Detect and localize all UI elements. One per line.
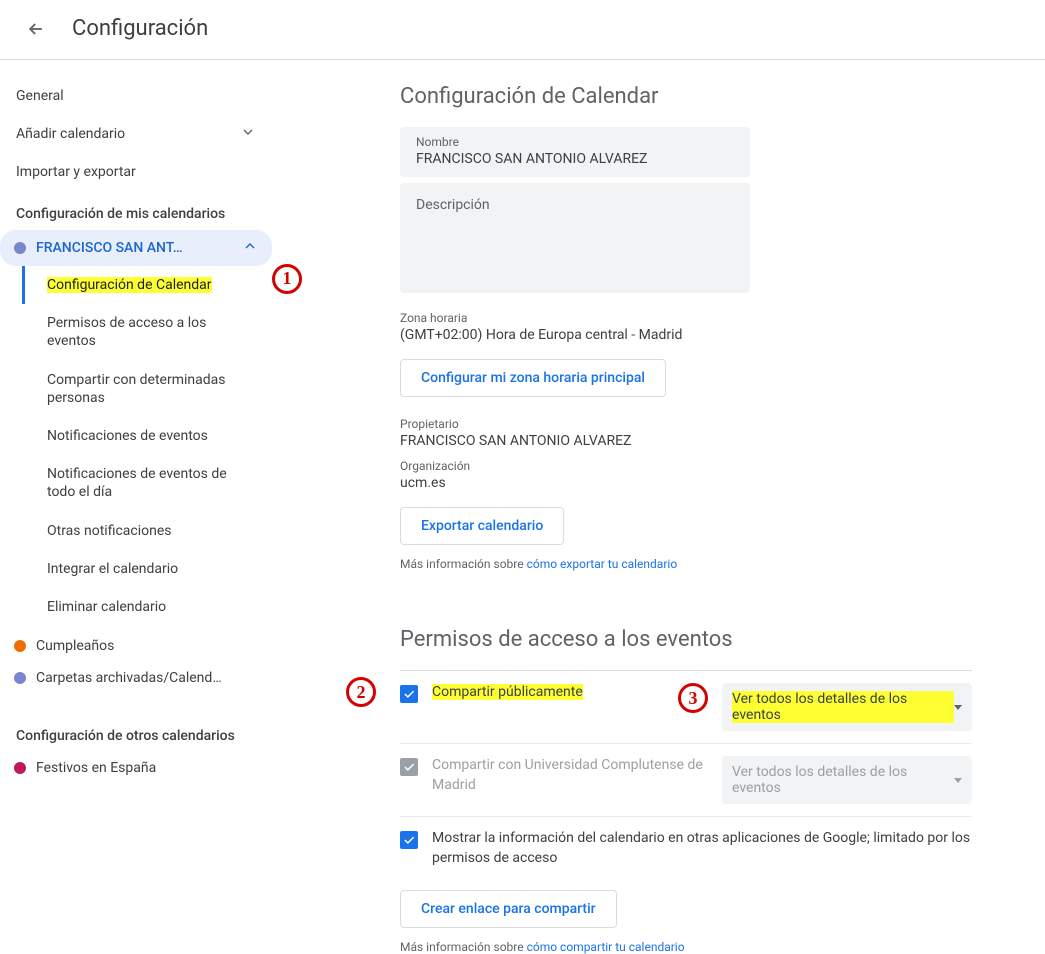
- chevron-down-icon: [954, 778, 962, 783]
- perm-row-org: Compartir con Universidad Complutense de…: [400, 743, 972, 816]
- sidebar-sub-integrar[interactable]: Integrar el calendario: [22, 550, 272, 588]
- org-value: ucm.es: [400, 475, 972, 491]
- sidebar-item-label: General: [16, 88, 64, 104]
- perm-public-label: Compartir públicamente: [432, 683, 708, 703]
- chevron-down-icon: [954, 705, 962, 710]
- perm-org-label: Compartir con Universidad Complutense de…: [432, 756, 708, 795]
- name-field[interactable]: Nombre FRANCISCO SAN ANTONIO ALVAREZ: [400, 127, 750, 177]
- sidebar-calendar-label: Carpetas archivadas/Calend…: [36, 670, 222, 686]
- calendar-color-dot-icon: [14, 672, 26, 684]
- checkbox-apps[interactable]: [400, 831, 418, 849]
- name-field-label: Nombre: [416, 135, 734, 149]
- sidebar-item-general[interactable]: General: [0, 78, 272, 114]
- sidebar-sub-label: Integrar el calendario: [47, 561, 178, 577]
- description-field[interactable]: Descripción: [400, 183, 750, 293]
- perm-apps-label: Mostrar la información del calendario en…: [432, 829, 972, 868]
- sidebar-sub-permisos[interactable]: Permisos de acceso a los eventos: [22, 304, 272, 360]
- sidebar-sub-label: Notificaciones de eventos: [47, 428, 208, 444]
- export-info-text: Más información sobre cómo exportar tu c…: [400, 557, 972, 571]
- sidebar: General Añadir calendario Importar y exp…: [0, 60, 280, 954]
- calendar-color-dot-icon: [14, 640, 26, 652]
- owner-value: FRANCISCO SAN ANTONIO ALVAREZ: [400, 433, 972, 449]
- sidebar-sub-label: Notificaciones de eventos de todo el día: [47, 466, 227, 500]
- sidebar-calendar-festivos[interactable]: Festivos en España: [0, 752, 272, 784]
- sidebar-calendar-label: Cumpleaños: [36, 638, 114, 654]
- sidebar-sub-otras-notif[interactable]: Otras notificaciones: [22, 512, 272, 550]
- sidebar-heading-other-calendars: Configuración de otros calendarios: [0, 712, 272, 752]
- dropdown-label: Ver todos los detalles de los eventos: [732, 764, 954, 796]
- share-info-link[interactable]: cómo compartir tu calendario: [527, 940, 685, 954]
- checkbox-public[interactable]: [400, 685, 418, 703]
- export-info-link[interactable]: cómo exportar tu calendario: [527, 557, 678, 571]
- sidebar-sub-label: Configuración de Calendar: [47, 277, 212, 293]
- dropdown-public-visibility[interactable]: Ver todos los detalles de los eventos: [722, 683, 972, 731]
- name-field-value: FRANCISCO SAN ANTONIO ALVAREZ: [416, 151, 734, 167]
- sidebar-sub-label: Otras notificaciones: [47, 523, 172, 539]
- timezone-value: (GMT+02:00) Hora de Europa central - Mad…: [400, 327, 972, 343]
- sidebar-calendar-archived[interactable]: Carpetas archivadas/Calend…: [0, 662, 272, 694]
- sidebar-item-import-export[interactable]: Importar y exportar: [0, 154, 272, 190]
- annotation-2: 2: [346, 677, 376, 707]
- sidebar-sub-label: Compartir con determinadas personas: [47, 372, 226, 406]
- sidebar-sub-notif-dia[interactable]: Notificaciones de eventos de todo el día: [22, 455, 272, 511]
- back-arrow-icon[interactable]: [24, 17, 48, 41]
- checkbox-org: [400, 758, 418, 776]
- sidebar-calendar-selected[interactable]: FRANCISCO SAN ANT…: [0, 230, 272, 266]
- header-bar: Configuración: [0, 0, 1045, 60]
- perm-row-apps: Mostrar la información del calendario en…: [400, 816, 972, 880]
- sidebar-sub-label: Permisos de acceso a los eventos: [47, 315, 206, 349]
- chevron-down-icon: [240, 124, 256, 144]
- sidebar-sub-eliminar[interactable]: Eliminar calendario: [22, 588, 272, 626]
- calendar-color-dot-icon: [14, 242, 26, 254]
- sidebar-calendar-label: Festivos en España: [36, 760, 156, 776]
- dropdown-label: Ver todos los detalles de los eventos: [732, 691, 954, 723]
- sidebar-item-add-calendar[interactable]: Añadir calendario: [0, 114, 272, 154]
- sidebar-item-label: Importar y exportar: [16, 164, 136, 180]
- calendar-color-dot-icon: [14, 762, 26, 774]
- timezone-label: Zona horaria: [400, 311, 972, 325]
- sidebar-calendar-label: FRANCISCO SAN ANT…: [36, 240, 183, 256]
- chevron-up-icon: [242, 238, 258, 258]
- page-title: Configuración: [72, 16, 208, 41]
- section-title-config: Configuración de Calendar: [400, 84, 972, 109]
- owner-label: Propietario: [400, 417, 972, 431]
- create-share-link-button[interactable]: Crear enlace para compartir: [400, 890, 617, 928]
- sidebar-item-label: Añadir calendario: [16, 126, 125, 142]
- dropdown-org-visibility: Ver todos los detalles de los eventos: [722, 756, 972, 804]
- sidebar-sub-notif-eventos[interactable]: Notificaciones de eventos: [22, 417, 272, 455]
- sidebar-sub-label: Eliminar calendario: [47, 599, 166, 615]
- sidebar-heading-my-calendars: Configuración de mis calendarios: [0, 190, 272, 230]
- configure-timezone-button[interactable]: Configurar mi zona horaria principal: [400, 359, 666, 397]
- sidebar-sub-config[interactable]: Configuración de Calendar 1: [22, 266, 272, 304]
- share-info-text: Más información sobre cómo compartir tu …: [400, 940, 972, 954]
- description-field-label: Descripción: [416, 197, 490, 213]
- sidebar-sub-compartir[interactable]: Compartir con determinadas personas: [22, 361, 272, 417]
- perm-row-public: 2 Compartir públicamente 3 Ver todos los…: [400, 670, 972, 743]
- main-content: Configuración de Calendar Nombre FRANCIS…: [280, 60, 1000, 954]
- export-calendar-button[interactable]: Exportar calendario: [400, 507, 564, 545]
- sidebar-calendar-birthdays[interactable]: Cumpleaños: [0, 630, 272, 662]
- sidebar-sublist: Configuración de Calendar 1 Permisos de …: [16, 266, 272, 626]
- section-title-perms: Permisos de acceso a los eventos: [400, 627, 972, 652]
- org-label: Organización: [400, 459, 972, 473]
